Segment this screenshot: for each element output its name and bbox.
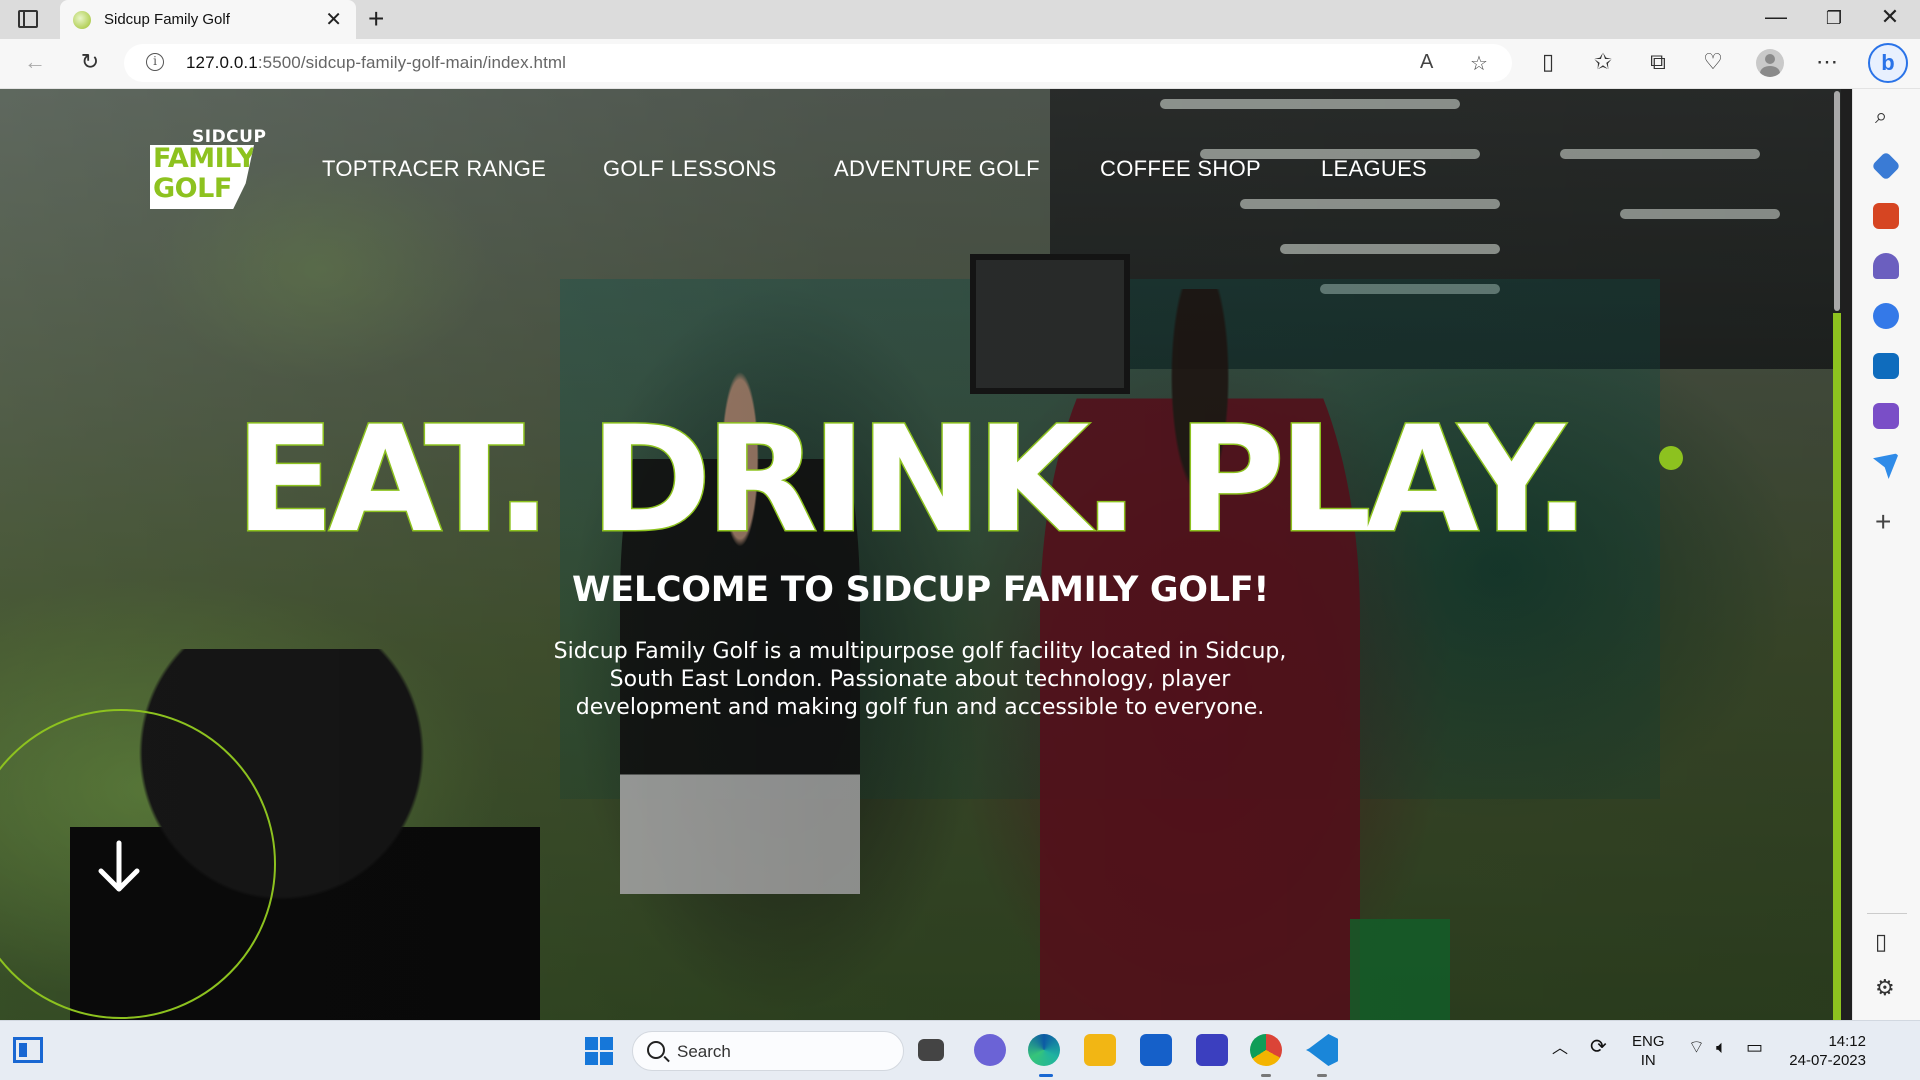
lang-region: IN bbox=[1640, 1052, 1656, 1069]
edge-browser-icon[interactable] bbox=[1028, 1034, 1060, 1066]
browser-toolbar: ← ↻ i 127.0.0.1:5500/sidcup-family-golf-… bbox=[0, 39, 1920, 89]
logo-text-top: SIDCUP bbox=[192, 127, 267, 147]
task-view-icon[interactable] bbox=[918, 1039, 944, 1061]
address-url[interactable]: 127.0.0.1:5500/sidcup-family-golf-main/i… bbox=[186, 53, 566, 73]
new-tab-icon[interactable]: + bbox=[368, 3, 384, 35]
hero-headline: EAT. DRINK. PLAY. bbox=[234, 395, 1592, 565]
teams-chat-icon[interactable] bbox=[974, 1034, 1006, 1066]
nav-adventure-golf[interactable]: ADVENTURE GOLF bbox=[834, 156, 1040, 182]
site-info-icon[interactable]: i bbox=[146, 53, 164, 71]
restore-icon[interactable]: ❐ bbox=[1806, 8, 1862, 29]
app-running-indicator bbox=[1261, 1074, 1271, 1077]
wifi-icon[interactable]: ⌔ bbox=[1688, 1038, 1705, 1057]
read-aloud-icon[interactable]: A bbox=[1420, 51, 1433, 74]
nav-coffee-shop[interactable]: COFFEE SHOP bbox=[1100, 156, 1261, 182]
tab-title: Sidcup Family Golf bbox=[104, 11, 230, 28]
profile-avatar[interactable] bbox=[1756, 49, 1784, 77]
tools-icon[interactable] bbox=[1873, 203, 1899, 229]
accent-stripe bbox=[1833, 313, 1841, 1020]
games-icon[interactable] bbox=[1873, 253, 1899, 279]
app-icon[interactable] bbox=[1196, 1034, 1228, 1066]
search-magnifier-icon bbox=[647, 1041, 665, 1059]
page-scrollbar[interactable] bbox=[1834, 91, 1840, 311]
favicon-icon bbox=[73, 11, 91, 29]
active-app-indicator bbox=[1039, 1074, 1053, 1077]
back-icon[interactable]: ← bbox=[20, 49, 50, 75]
hide-sidebar-icon[interactable]: ▯ bbox=[1875, 929, 1887, 955]
edge-sidebar: ⌕ + ▯ ⚙ bbox=[1852, 89, 1920, 1020]
bing-copilot-icon[interactable]: b bbox=[1868, 43, 1908, 83]
collections-icon[interactable]: ⧉ bbox=[1643, 49, 1673, 75]
logo-text-line2: GOLF bbox=[153, 173, 232, 204]
clock[interactable]: 14:12 24-07-2023 bbox=[1782, 1032, 1866, 1070]
tag-icon[interactable] bbox=[1871, 151, 1901, 181]
favorites-icon[interactable]: ✩ bbox=[1588, 49, 1618, 75]
tray-overflow-icon[interactable]: ︿ bbox=[1552, 1039, 1568, 1058]
sidebar-divider bbox=[1867, 913, 1907, 914]
windows-taskbar: Search ︿ ⟳ ENG IN ⌔ 🔈︎ ▭ 14:12 24-07-202… bbox=[0, 1020, 1920, 1080]
logo-text-line1: FAMILY bbox=[153, 143, 256, 174]
vscode-icon[interactable] bbox=[1306, 1034, 1338, 1066]
sync-icon[interactable]: ⟳ bbox=[1590, 1037, 1607, 1057]
minimize-icon[interactable]: — bbox=[1748, 4, 1804, 30]
clock-date: 24-07-2023 bbox=[1789, 1052, 1866, 1069]
widgets-icon[interactable] bbox=[13, 1037, 43, 1063]
send-icon[interactable] bbox=[1873, 453, 1899, 479]
windows-start-icon[interactable] bbox=[585, 1037, 613, 1065]
designer-icon[interactable] bbox=[1873, 403, 1899, 429]
volume-icon[interactable]: 🔈︎ bbox=[1716, 1038, 1727, 1057]
nav-leagues[interactable]: LEAGUES bbox=[1321, 156, 1427, 182]
split-screen-icon[interactable]: ▯ bbox=[1533, 49, 1563, 75]
nav-toptracer-range[interactable]: TOPTRACER RANGE bbox=[322, 156, 546, 182]
tab-strip: Sidcup Family Golf ✕ + — ❐ ✕ bbox=[0, 0, 1920, 39]
refresh-icon[interactable]: ↻ bbox=[75, 49, 105, 75]
search-label: Search bbox=[677, 1042, 731, 1061]
add-app-icon[interactable]: + bbox=[1875, 506, 1891, 538]
tab-actions-icon[interactable] bbox=[18, 10, 38, 28]
browser-window: Sidcup Family Golf ✕ + — ❐ ✕ ← ↻ i 127.0… bbox=[0, 0, 1920, 1080]
lang-code: ENG bbox=[1632, 1033, 1665, 1050]
welcome-heading: WELCOME TO SIDCUP FAMILY GOLF! bbox=[571, 570, 1270, 610]
file-explorer-icon[interactable] bbox=[1084, 1034, 1116, 1066]
browser-essentials-icon[interactable]: ♡ bbox=[1698, 49, 1728, 75]
close-window-icon[interactable]: ✕ bbox=[1862, 4, 1918, 30]
favorite-star-icon[interactable]: ☆ bbox=[1470, 51, 1488, 76]
settings-gear-icon[interactable]: ⚙ bbox=[1875, 975, 1895, 1001]
nav-golf-lessons[interactable]: GOLF LESSONS bbox=[603, 156, 777, 182]
chrome-icon[interactable] bbox=[1250, 1034, 1282, 1066]
app-running-indicator bbox=[1317, 1074, 1327, 1077]
clock-time: 14:12 bbox=[1828, 1033, 1866, 1050]
address-bar[interactable]: i 127.0.0.1:5500/sidcup-family-golf-main… bbox=[124, 44, 1512, 82]
close-tab-icon[interactable]: ✕ bbox=[325, 7, 342, 32]
microsoft365-icon[interactable] bbox=[1873, 303, 1899, 329]
site-logo[interactable]: SIDCUP FAMILY GOLF bbox=[150, 127, 266, 209]
battery-icon[interactable]: ▭ bbox=[1746, 1038, 1763, 1057]
outlook-icon[interactable] bbox=[1873, 353, 1899, 379]
page-viewport: SIDCUP FAMILY GOLF TOPTRACER RANGE GOLF … bbox=[0, 89, 1841, 1020]
search-icon[interactable]: ⌕ bbox=[1875, 103, 1887, 129]
more-menu-icon[interactable]: ⋯ bbox=[1812, 49, 1842, 75]
hero-description: Sidcup Family Golf is a multipurpose gol… bbox=[553, 639, 1287, 720]
tab-active[interactable]: Sidcup Family Golf ✕ bbox=[60, 0, 356, 39]
arrow-down-icon[interactable] bbox=[95, 839, 143, 895]
taskbar-search[interactable]: Search bbox=[632, 1031, 904, 1071]
accent-dot bbox=[1659, 446, 1683, 470]
language-indicator[interactable]: ENG IN bbox=[1632, 1032, 1665, 1070]
logo-badge: FAMILY GOLF bbox=[150, 145, 254, 209]
mail-icon[interactable] bbox=[1140, 1034, 1172, 1066]
